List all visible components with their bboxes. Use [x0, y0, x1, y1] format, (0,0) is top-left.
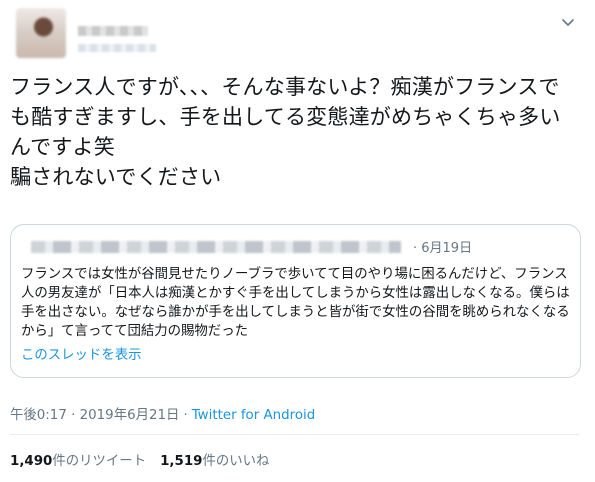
tweet-header — [16, 8, 576, 58]
show-thread-link[interactable]: このスレッドを表示 — [21, 343, 142, 363]
quoted-date[interactable]: · 6月19日 — [413, 237, 472, 256]
likes-label: 件のいいね — [202, 454, 270, 469]
chevron-down-icon[interactable] — [560, 14, 576, 30]
display-name-blurred[interactable] — [78, 26, 148, 36]
quoted-author-blurred[interactable] — [31, 241, 401, 253]
tweet-stats: 1,490件のリツイート 1,519件のいいね — [10, 449, 269, 469]
divider — [10, 434, 579, 435]
likes-stat[interactable]: 1,519件のいいね — [160, 454, 269, 469]
quoted-tweet-header: · 6月19日 — [21, 237, 561, 256]
username-blurred[interactable] — [78, 44, 156, 52]
tweet-text: フランス人ですが、、、そんな事ないよ？痴漢がフランスでも酷すぎますし、手を出して… — [10, 75, 561, 189]
tweet-meta: 午後0:17 · 2019年6月21日 · Twitter for Android — [10, 403, 315, 423]
timestamp[interactable]: 午後0:17 · 2019年6月21日 — [10, 408, 179, 423]
retweets-label: 件のリツイート — [52, 454, 147, 469]
avatar[interactable] — [16, 8, 66, 58]
retweets-stat[interactable]: 1,490件のリツイート — [10, 454, 146, 469]
source-link[interactable]: Twitter for Android — [192, 408, 316, 423]
retweets-count: 1,490 — [10, 454, 53, 469]
meta-separator: · — [183, 408, 188, 423]
quoted-text: フランスでは女性が谷間見せたりノーブラで歩いてて目のやり場に困るんだけど、フラン… — [21, 267, 570, 339]
quoted-tweet[interactable]: · 6月19日 フランスでは女性が谷間見せたりノーブラで歩いてて目のやり場に困る… — [10, 224, 581, 378]
likes-count: 1,519 — [160, 454, 203, 469]
